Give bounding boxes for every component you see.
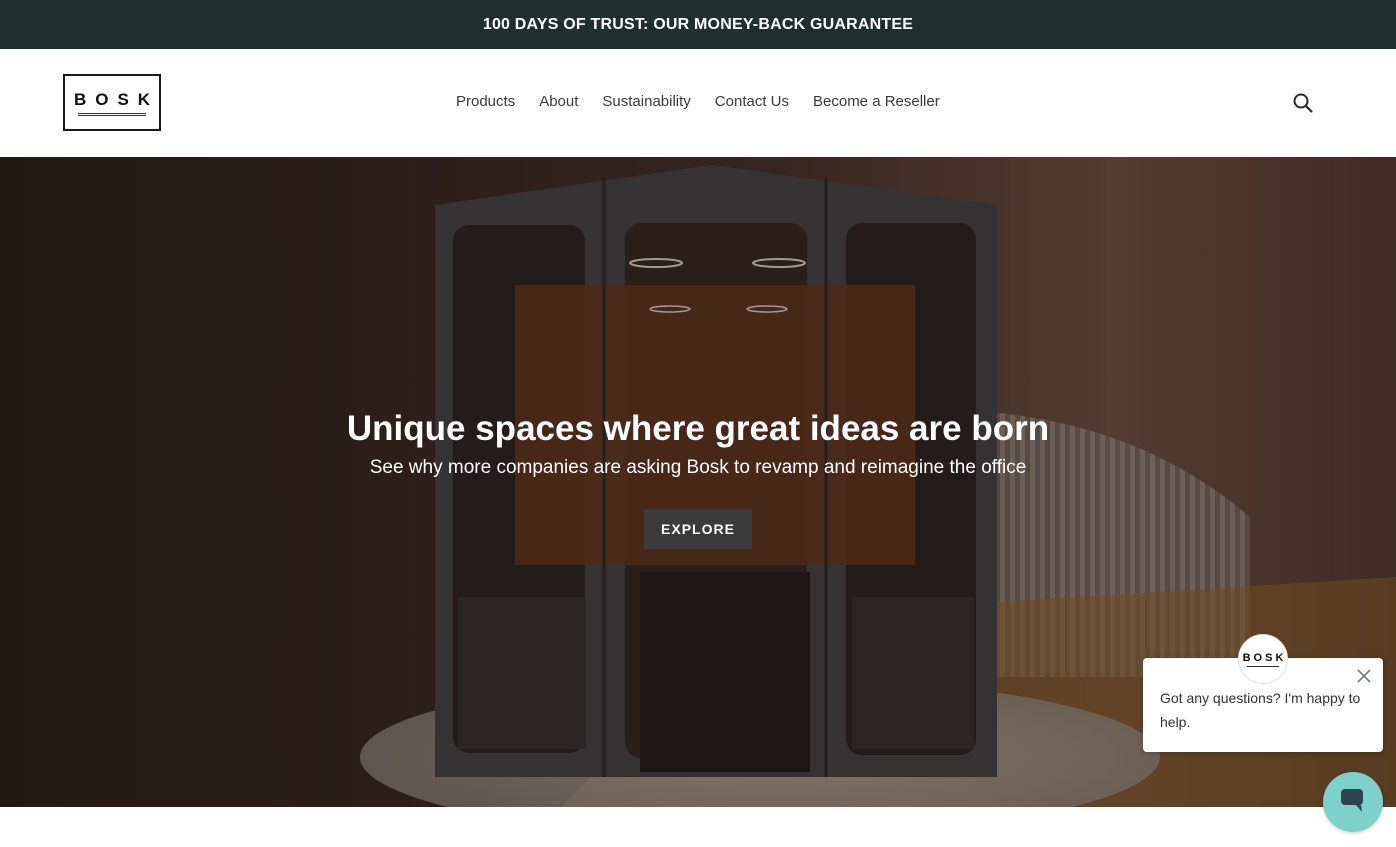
nav-item-contact-us[interactable]: Contact Us — [715, 93, 789, 110]
nav-item-sustainability[interactable]: Sustainability — [602, 93, 690, 110]
nav-item-about[interactable]: About — [539, 93, 578, 110]
chat-launcher-button[interactable] — [1323, 772, 1383, 832]
chat-message: Got any questions? I'm happy to help. — [1160, 690, 1361, 730]
announcement-text: 100 DAYS OF TRUST: OUR MONEY-BACK GUARAN… — [482, 15, 914, 33]
close-icon[interactable] — [1356, 668, 1372, 684]
logo-underline — [78, 112, 146, 116]
hero-subtitle: See why more companies are asking Bosk t… — [369, 457, 1027, 478]
announcement-bar: 100 DAYS OF TRUST: OUR MONEY-BACK GUARAN… — [0, 0, 1396, 49]
chat-bubble-icon — [1338, 785, 1368, 820]
hero-title: Unique spaces where great ideas are born — [346, 409, 1050, 448]
chat-avatar: BOSK — [1238, 634, 1288, 684]
search-icon[interactable] — [1292, 92, 1314, 114]
nav-item-become-a-reseller[interactable]: Become a Reseller — [813, 93, 940, 110]
main-nav: Products About Sustainability Contact Us… — [456, 93, 940, 110]
chat-avatar-logo: BOSK — [1242, 651, 1287, 664]
site-header: BOSK Products About Sustainability Conta… — [0, 49, 1396, 157]
hero-content: Unique spaces where great ideas are born… — [0, 407, 1396, 549]
logo-text: BOSK — [73, 89, 160, 109]
chat-avatar-underline — [1247, 665, 1279, 667]
explore-button[interactable]: EXPLORE — [644, 509, 752, 549]
logo[interactable]: BOSK — [63, 74, 161, 131]
nav-item-products[interactable]: Products — [456, 93, 515, 110]
